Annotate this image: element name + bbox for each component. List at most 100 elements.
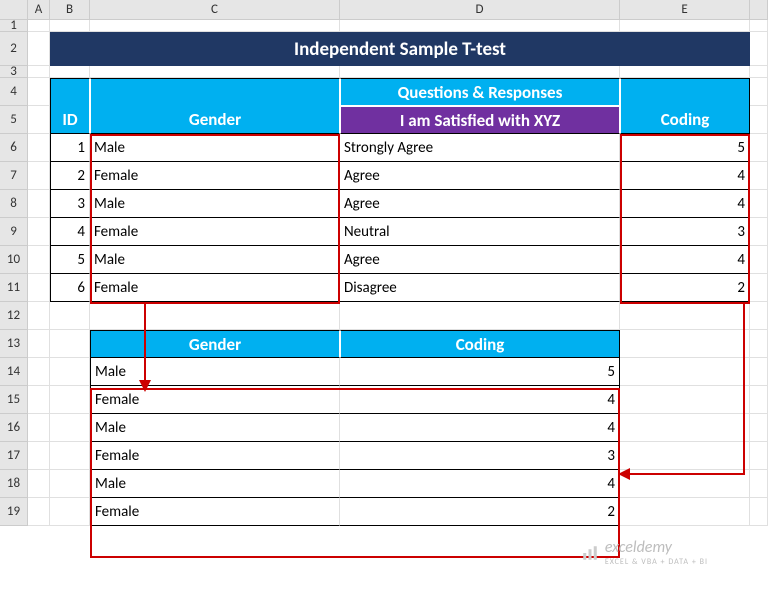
col-header-C[interactable]: C: [90, 0, 340, 19]
cell[interactable]: [28, 498, 50, 526]
row-header[interactable]: 18: [0, 470, 28, 498]
cell[interactable]: [28, 330, 50, 358]
table1-gender[interactable]: Male: [90, 190, 340, 218]
cell[interactable]: [750, 470, 768, 498]
cell[interactable]: [750, 66, 768, 78]
row-header[interactable]: 3: [0, 66, 28, 78]
cell[interactable]: [750, 190, 768, 218]
table2-code[interactable]: 4: [340, 386, 620, 414]
cell[interactable]: [50, 66, 90, 78]
cell[interactable]: [28, 274, 50, 302]
table1-code[interactable]: 2: [620, 274, 750, 302]
cell[interactable]: [620, 358, 750, 386]
table2-code[interactable]: 3: [340, 442, 620, 470]
cell[interactable]: [28, 32, 50, 66]
table1-id[interactable]: 5: [50, 246, 90, 274]
row-header[interactable]: 14: [0, 358, 28, 386]
row-header[interactable]: 1: [0, 20, 28, 32]
cell[interactable]: [750, 498, 768, 526]
row-header[interactable]: 5: [0, 106, 28, 134]
table2-gender[interactable]: Female: [90, 498, 340, 526]
table1-resp[interactable]: Neutral: [340, 218, 620, 246]
cell[interactable]: [750, 274, 768, 302]
row-header[interactable]: 11: [0, 274, 28, 302]
cell[interactable]: [50, 498, 90, 526]
row-header[interactable]: 10: [0, 246, 28, 274]
row-header[interactable]: 13: [0, 330, 28, 358]
table2-gender[interactable]: Female: [90, 386, 340, 414]
cell[interactable]: [50, 20, 90, 32]
select-all-corner[interactable]: [0, 0, 28, 19]
cell[interactable]: [50, 302, 90, 330]
cell[interactable]: [750, 386, 768, 414]
cell[interactable]: [50, 442, 90, 470]
table1-gender[interactable]: Male: [90, 134, 340, 162]
table1-gender[interactable]: Female: [90, 162, 340, 190]
cell[interactable]: [28, 20, 50, 32]
cell[interactable]: [620, 66, 750, 78]
cell[interactable]: [620, 386, 750, 414]
col-header-A[interactable]: A: [28, 0, 50, 19]
cell[interactable]: [620, 20, 750, 32]
row-header[interactable]: 19: [0, 498, 28, 526]
cell[interactable]: [750, 134, 768, 162]
table1-id[interactable]: 2: [50, 162, 90, 190]
row-header[interactable]: 16: [0, 414, 28, 442]
table1-resp[interactable]: Agree: [340, 190, 620, 218]
cell[interactable]: [28, 386, 50, 414]
cell[interactable]: [50, 414, 90, 442]
table1-resp[interactable]: Disagree: [340, 274, 620, 302]
table1-code[interactable]: 4: [620, 246, 750, 274]
col-header-D[interactable]: D: [340, 0, 620, 19]
table2-code[interactable]: 4: [340, 414, 620, 442]
row-header[interactable]: 15: [0, 386, 28, 414]
cell[interactable]: [28, 218, 50, 246]
cell[interactable]: [50, 386, 90, 414]
row-header[interactable]: 2: [0, 32, 28, 66]
cell[interactable]: [340, 20, 620, 32]
cell[interactable]: [620, 330, 750, 358]
table2-gender[interactable]: Female: [90, 442, 340, 470]
cell[interactable]: [750, 358, 768, 386]
table2-gender[interactable]: Male: [90, 414, 340, 442]
table2-code[interactable]: 2: [340, 498, 620, 526]
col-header-B[interactable]: B: [50, 0, 90, 19]
cell[interactable]: [28, 246, 50, 274]
cell[interactable]: [620, 442, 750, 470]
cell[interactable]: [28, 358, 50, 386]
row-header[interactable]: 4: [0, 78, 28, 106]
row-header[interactable]: 8: [0, 190, 28, 218]
cell[interactable]: [90, 302, 340, 330]
cell[interactable]: [28, 66, 50, 78]
row-header[interactable]: 9: [0, 218, 28, 246]
cell[interactable]: [28, 442, 50, 470]
cell[interactable]: [750, 442, 768, 470]
table2-code[interactable]: 4: [340, 470, 620, 498]
row-header[interactable]: 7: [0, 162, 28, 190]
cell[interactable]: [750, 78, 768, 106]
cell[interactable]: [620, 302, 750, 330]
cell[interactable]: [50, 470, 90, 498]
cell[interactable]: [750, 302, 768, 330]
table1-resp[interactable]: Agree: [340, 162, 620, 190]
cell[interactable]: [28, 190, 50, 218]
cell[interactable]: [340, 302, 620, 330]
cell[interactable]: [750, 330, 768, 358]
cell[interactable]: [50, 330, 90, 358]
cell[interactable]: [620, 498, 750, 526]
table2-gender[interactable]: Male: [90, 470, 340, 498]
row-header[interactable]: 6: [0, 134, 28, 162]
cell[interactable]: [750, 246, 768, 274]
cell[interactable]: [28, 106, 50, 134]
cell[interactable]: [28, 78, 50, 106]
row-header[interactable]: 17: [0, 442, 28, 470]
cell[interactable]: [50, 358, 90, 386]
cell[interactable]: [28, 470, 50, 498]
cell[interactable]: [340, 66, 620, 78]
table1-resp[interactable]: Agree: [340, 246, 620, 274]
table1-resp[interactable]: Strongly Agree: [340, 134, 620, 162]
table1-id[interactable]: 3: [50, 190, 90, 218]
cell[interactable]: [28, 302, 50, 330]
col-header-F[interactable]: [750, 0, 768, 19]
col-header-E[interactable]: E: [620, 0, 750, 19]
